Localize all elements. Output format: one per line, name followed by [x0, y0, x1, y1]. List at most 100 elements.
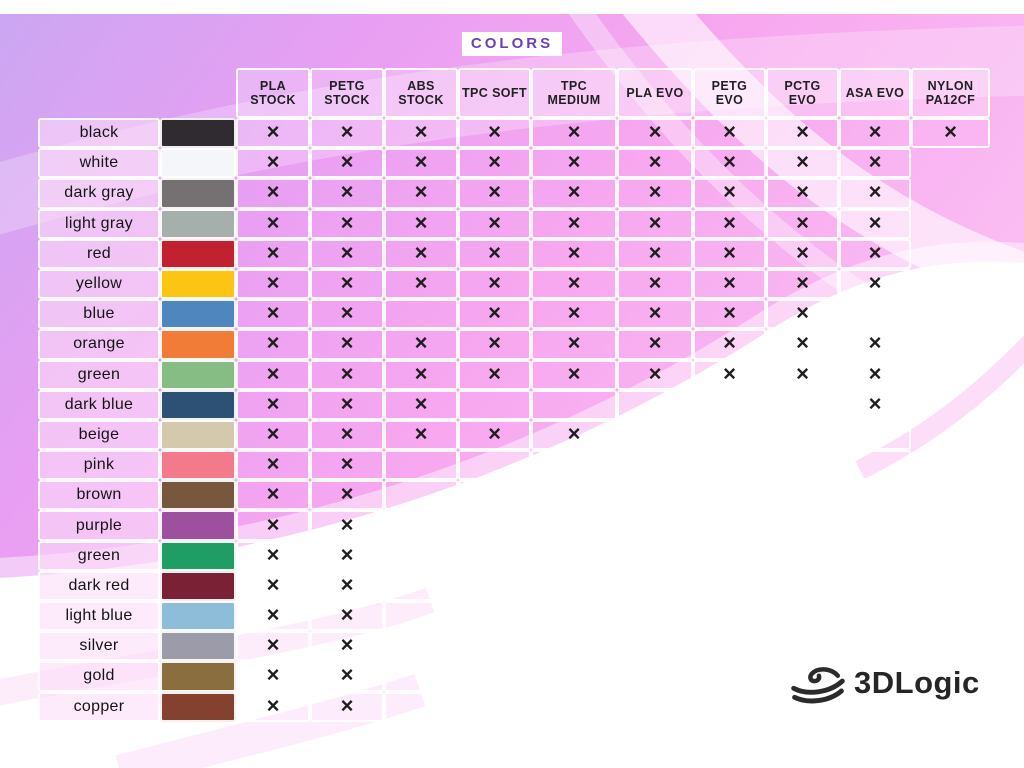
availability-empty-cell — [839, 450, 911, 480]
availability-x-mark: × — [384, 420, 458, 450]
column-header-tpc-soft: TPC SOFT — [458, 68, 531, 118]
availability-x-mark: × — [384, 269, 458, 299]
availability-x-mark: × — [458, 178, 531, 208]
availability-empty-cell — [531, 661, 617, 691]
colors-availability-page: COLORS PLA STOCKPETG STOCKABS STOCKTPC S… — [0, 0, 1024, 768]
color-swatch-orange — [160, 329, 236, 359]
availability-x-mark: × — [839, 209, 911, 239]
availability-empty-cell — [384, 692, 458, 722]
header-spacer — [38, 68, 160, 118]
availability-x-mark: × — [531, 148, 617, 178]
availability-x-mark: × — [236, 299, 310, 329]
availability-x-mark: × — [458, 360, 531, 390]
availability-x-mark: × — [839, 360, 911, 390]
row-label-white: white — [38, 148, 160, 178]
availability-x-mark: × — [617, 118, 693, 148]
availability-x-mark: × — [236, 360, 310, 390]
color-swatch-dark-blue — [160, 390, 236, 420]
availability-x-mark: × — [236, 209, 310, 239]
availability-x-mark: × — [310, 480, 384, 510]
availability-empty-cell — [693, 510, 766, 540]
availability-empty-cell — [766, 541, 839, 571]
availability-x-mark: × — [531, 118, 617, 148]
availability-x-mark: × — [310, 631, 384, 661]
availability-x-mark: × — [693, 178, 766, 208]
availability-x-mark: × — [617, 239, 693, 269]
availability-empty-cell — [458, 541, 531, 571]
availability-x-mark: × — [310, 692, 384, 722]
grid-ghost-cell — [911, 329, 990, 359]
availability-x-mark: × — [236, 148, 310, 178]
availability-x-mark: × — [236, 178, 310, 208]
row-label-silver: silver — [38, 631, 160, 661]
availability-x-mark: × — [236, 480, 310, 510]
availability-empty-cell — [458, 631, 531, 661]
availability-empty-cell — [693, 571, 766, 601]
logo-swirl-icon — [791, 656, 845, 708]
availability-x-mark: × — [531, 178, 617, 208]
availability-x-mark: × — [310, 601, 384, 631]
color-swatch-blue — [160, 299, 236, 329]
availability-x-mark: × — [766, 360, 839, 390]
row-label-green: green — [38, 360, 160, 390]
availability-empty-cell — [531, 601, 617, 631]
logo-text: 3DLogic — [854, 667, 980, 698]
availability-empty-cell — [693, 661, 766, 691]
column-header-pla-stock: PLA STOCK — [236, 68, 310, 118]
availability-empty-cell — [384, 661, 458, 691]
availability-x-mark: × — [310, 571, 384, 601]
availability-x-mark: × — [236, 239, 310, 269]
availability-x-mark: × — [693, 329, 766, 359]
availability-empty-cell — [531, 571, 617, 601]
availability-x-mark: × — [458, 148, 531, 178]
availability-x-mark: × — [310, 420, 384, 450]
column-header-tpc-medium: TPC MEDIUM — [531, 68, 617, 118]
availability-x-mark: × — [617, 148, 693, 178]
availability-empty-cell — [693, 450, 766, 480]
row-label-light-gray: light gray — [38, 209, 160, 239]
availability-empty-cell — [458, 450, 531, 480]
column-header-abs-stock: ABS STOCK — [384, 68, 458, 118]
availability-empty-cell — [617, 692, 693, 722]
availability-empty-cell — [384, 450, 458, 480]
column-header-asa-evo: ASA EVO — [839, 68, 911, 118]
availability-x-mark: × — [531, 420, 617, 450]
grid-ghost-cell — [911, 450, 990, 480]
grid-ghost-cell — [911, 360, 990, 390]
row-label-orange: orange — [38, 329, 160, 359]
availability-empty-cell — [766, 601, 839, 631]
availability-x-mark: × — [617, 299, 693, 329]
availability-x-mark: × — [384, 239, 458, 269]
color-swatch-purple — [160, 510, 236, 540]
availability-x-mark: × — [693, 209, 766, 239]
availability-x-mark: × — [766, 118, 839, 148]
availability-x-mark: × — [310, 661, 384, 691]
availability-empty-cell — [531, 450, 617, 480]
row-label-blue: blue — [38, 299, 160, 329]
availability-x-mark: × — [839, 269, 911, 299]
row-label-yellow: yellow — [38, 269, 160, 299]
availability-x-mark: × — [693, 239, 766, 269]
availability-empty-cell — [617, 661, 693, 691]
row-label-green: green — [38, 541, 160, 571]
grid-ghost-cell — [911, 480, 990, 510]
column-header-petg-evo: PETG EVO — [693, 68, 766, 118]
availability-x-mark: × — [310, 239, 384, 269]
availability-x-mark: × — [839, 118, 911, 148]
grid-ghost-cell — [911, 239, 990, 269]
availability-x-mark: × — [766, 239, 839, 269]
availability-x-mark: × — [236, 390, 310, 420]
availability-x-mark: × — [384, 209, 458, 239]
availability-x-mark: × — [458, 299, 531, 329]
availability-x-mark: × — [617, 209, 693, 239]
availability-empty-cell — [458, 480, 531, 510]
availability-empty-cell — [617, 541, 693, 571]
color-swatch-red — [160, 239, 236, 269]
availability-x-mark: × — [384, 390, 458, 420]
availability-empty-cell — [531, 631, 617, 661]
row-label-purple: purple — [38, 510, 160, 540]
availability-empty-cell — [693, 601, 766, 631]
row-label-dark-red: dark red — [38, 571, 160, 601]
color-swatch-yellow — [160, 269, 236, 299]
availability-x-mark: × — [766, 329, 839, 359]
